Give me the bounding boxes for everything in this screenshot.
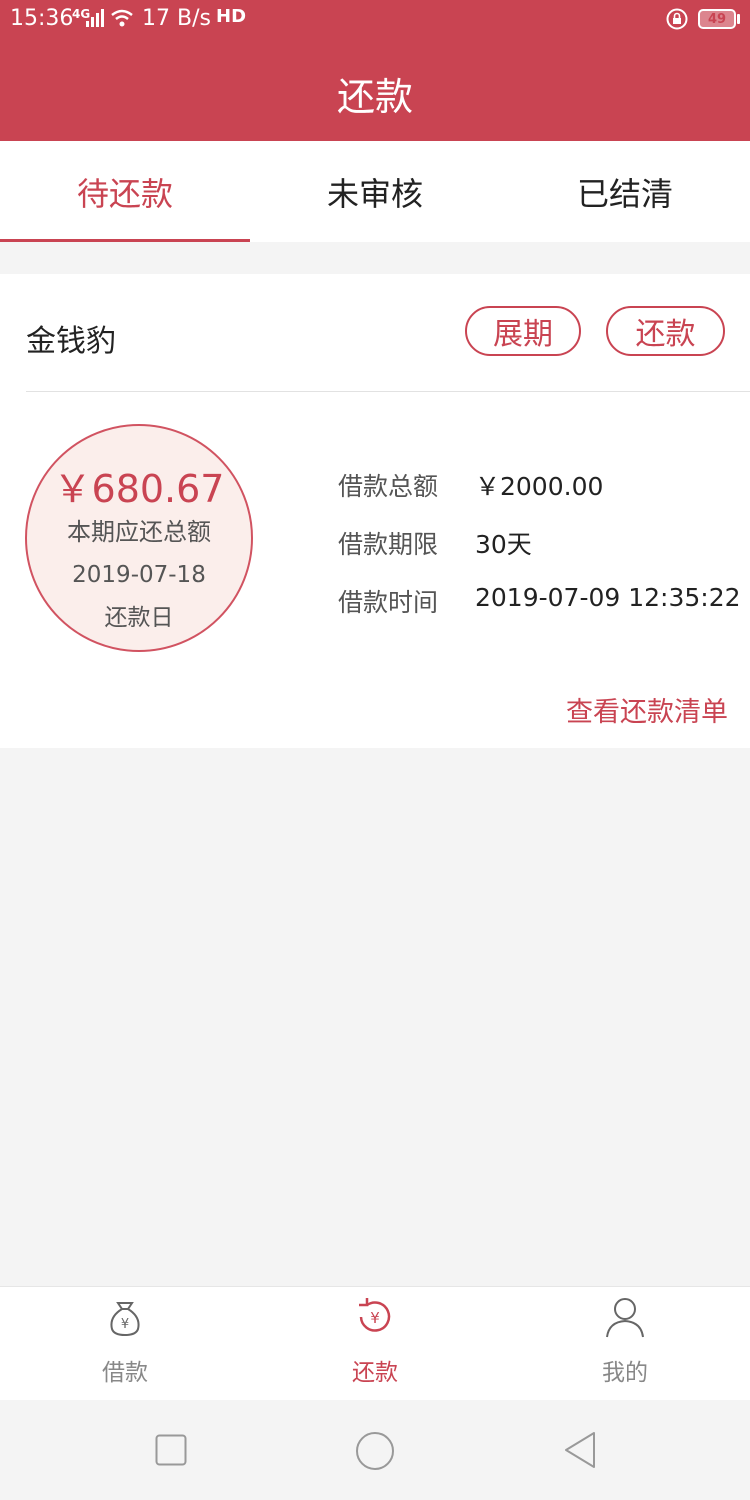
recent-apps-icon[interactable] <box>155 1434 187 1466</box>
detail-row-total: 借款总额 ￥2000.00 <box>338 467 603 503</box>
battery-icon: 49 <box>698 9 736 29</box>
tab-pending[interactable]: 待还款 <box>0 141 250 242</box>
detail-label: 借款总额 <box>338 472 439 501</box>
due-date-label: 还款日 <box>104 605 174 631</box>
extend-button[interactable]: 展期 <box>465 306 581 356</box>
detail-value: 2019-07-09 12:35:22 <box>475 583 741 612</box>
rotation-lock-icon <box>666 8 688 30</box>
nav-repay[interactable]: ¥ 还款 <box>250 1287 500 1401</box>
nav-repay-label: 还款 <box>352 1360 398 1386</box>
amount-due: ￥680.67 <box>53 467 225 511</box>
home-icon[interactable] <box>355 1431 395 1471</box>
user-icon <box>606 1298 644 1338</box>
detail-label: 借款期限 <box>338 530 439 559</box>
repay-cycle-icon: ¥ <box>359 1298 391 1332</box>
detail-row-time: 借款时间 2019-07-09 12:35:22 <box>338 583 741 619</box>
nav-profile-label: 我的 <box>602 1360 648 1386</box>
nav-profile[interactable]: 我的 <box>500 1287 750 1401</box>
system-nav-bar <box>0 1400 750 1500</box>
amount-due-label: 本期应还总额 <box>67 518 211 546</box>
bottom-nav: ¥ 借款 ¥ 还款 我的 <box>0 1286 750 1401</box>
signal-bars-icon <box>86 9 104 27</box>
nav-borrow-label: 借款 <box>102 1360 148 1386</box>
battery-tip <box>737 14 740 24</box>
detail-row-term: 借款期限 30天 <box>338 525 532 561</box>
back-icon[interactable] <box>562 1430 598 1470</box>
svg-text:¥: ¥ <box>370 1309 380 1327</box>
lender-name: 金钱豹 <box>26 324 116 359</box>
repayment-tabs: 待还款 未审核 已结清 <box>0 141 750 242</box>
network-speed: 17 B/s <box>142 6 211 31</box>
detail-label: 借款时间 <box>338 588 439 617</box>
repay-button[interactable]: 还款 <box>606 306 725 356</box>
nav-borrow[interactable]: ¥ 借款 <box>0 1287 250 1401</box>
amount-due-circle: ￥680.67 本期应还总额 2019-07-18 还款日 <box>25 424 253 652</box>
detail-value: 30天 <box>475 530 532 559</box>
loan-card: 金钱豹 展期 还款 ￥680.67 本期应还总额 2019-07-18 还款日 … <box>0 274 750 748</box>
svg-text:¥: ¥ <box>121 1317 129 1332</box>
hd-icon: HD <box>216 6 247 27</box>
view-schedule-link[interactable]: 查看还款清单 <box>566 690 728 729</box>
tab-settled[interactable]: 已结清 <box>500 141 750 242</box>
money-bag-icon: ¥ <box>110 1302 140 1337</box>
tab-unreviewed[interactable]: 未审核 <box>250 141 500 242</box>
status-time: 15:36 <box>10 6 74 31</box>
divider <box>26 391 750 392</box>
page-title: 还款 <box>336 75 413 119</box>
app-header: 15:36 4G 17 B/s HD 49 还款 <box>0 0 750 141</box>
wifi-icon <box>111 9 133 27</box>
detail-value: ￥2000.00 <box>475 472 604 501</box>
due-date: 2019-07-18 <box>72 562 206 588</box>
